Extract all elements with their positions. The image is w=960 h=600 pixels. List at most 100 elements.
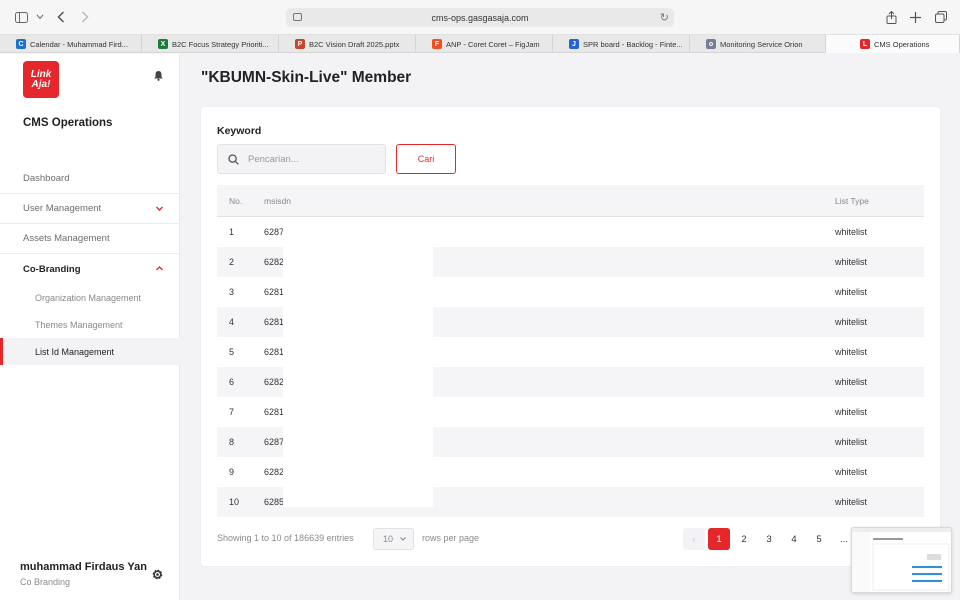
cell-no: 2 <box>229 257 235 267</box>
search-icon <box>228 154 239 165</box>
tab-label: Calendar - Muhammad Fird... <box>30 39 128 49</box>
pagination: ‹ 1 2 3 4 5 ... <box>683 528 855 550</box>
cell-msisdn: 6281 <box>264 407 285 417</box>
cell-msisdn: 6282 <box>264 377 285 387</box>
gear-icon[interactable] <box>151 568 164 581</box>
site-settings-icon[interactable] <box>293 13 302 21</box>
back-icon[interactable] <box>53 9 69 25</box>
sidebar-subitem-label: List Id Management <box>35 346 115 357</box>
chevron-down-icon[interactable] <box>155 204 164 213</box>
cell-msisdn: 6282 <box>264 257 285 267</box>
url-text: cms-ops.gasgasaja.com <box>431 12 529 23</box>
sidebar-item-dashboard[interactable]: Dashboard <box>0 164 180 194</box>
user-role: Co Branding <box>20 577 71 587</box>
tab-label: CMS Operations <box>874 39 930 49</box>
page-button-2[interactable]: 2 <box>733 528 755 550</box>
cell-no: 8 <box>229 437 235 447</box>
search-box[interactable] <box>217 144 386 174</box>
tab-favicon-icon: C <box>16 39 26 49</box>
tab-favicon-icon: X <box>158 39 168 49</box>
sidebar-item-co-branding[interactable]: Co-Branding <box>0 254 180 284</box>
cell-msisdn: 6287 <box>264 437 285 447</box>
cell-msisdn: 6287 <box>264 227 285 237</box>
browser-tab[interactable]: X B2C Focus Strategy Prioriti... <box>142 35 279 53</box>
browser-tab[interactable]: C Calendar - Muhammad Fird... <box>0 35 142 53</box>
cell-msisdn: 6282 <box>264 467 285 477</box>
logo-text-line1: Link <box>30 68 52 80</box>
tab-label: B2C Focus Strategy Prioriti... <box>172 39 269 49</box>
sidebar-item-assets-management[interactable]: Assets Management <box>0 224 180 254</box>
cell-msisdn: 6281 <box>264 347 285 357</box>
rows-per-page-label: rows per page <box>422 533 480 543</box>
chevron-up-icon[interactable] <box>155 264 164 273</box>
browser-tab[interactable]: J SPR board - Backlog - Finte... <box>553 35 690 53</box>
browser-tab[interactable]: L CMS Operations <box>826 35 960 53</box>
cell-list-type: whitelist <box>835 497 868 507</box>
page-title: "KBUMN-Skin-Live" Member <box>201 69 412 86</box>
reload-icon[interactable]: ↻ <box>660 11 669 24</box>
page-button-5[interactable]: 5 <box>808 528 830 550</box>
cell-no: 9 <box>229 467 235 477</box>
user-name: muhammad Firdaus Yan <box>20 561 147 573</box>
sidebar-subitem-list-id-management[interactable]: List Id Management <box>0 338 180 365</box>
tab-favicon-icon: o <box>706 39 716 49</box>
tab-overview-icon[interactable] <box>933 9 949 25</box>
cell-no: 3 <box>229 287 235 297</box>
cell-list-type: whitelist <box>835 467 868 477</box>
page-button-1[interactable]: 1 <box>708 528 730 550</box>
forward-icon[interactable] <box>77 9 93 25</box>
cell-list-type: whitelist <box>835 317 868 327</box>
sidebar-toggle-icon[interactable] <box>13 9 29 25</box>
redaction-mask <box>283 246 433 267</box>
sidebar-item-label: User Management <box>23 203 102 214</box>
redaction-mask <box>283 366 433 387</box>
share-icon[interactable] <box>883 9 899 25</box>
cell-no: 1 <box>229 227 235 237</box>
address-bar[interactable]: cms-ops.gasgasaja.com ↻ <box>286 8 674 27</box>
cell-no: 4 <box>229 317 235 327</box>
cell-list-type: whitelist <box>835 377 868 387</box>
sidebar-subitem-themes-management[interactable]: Themes Management <box>0 311 180 338</box>
chevron-down-icon <box>400 537 406 541</box>
keyword-label: Keyword <box>217 125 262 137</box>
cell-msisdn: 6285 <box>264 497 285 507</box>
column-header-no: No. <box>229 195 243 206</box>
screenshot-thumbnail[interactable] <box>851 527 952 593</box>
sidebar-item-label: Assets Management <box>23 233 110 244</box>
browser-toolbar: cms-ops.gasgasaja.com ↻ <box>0 0 960 35</box>
sidebar-item-label: Co-Branding <box>23 263 81 275</box>
cell-list-type: whitelist <box>835 437 868 447</box>
sidebar: Link Aja! CMS Operations Dashboard User … <box>0 54 180 600</box>
tab-favicon-icon: F <box>432 39 442 49</box>
column-header-list-type: List Type <box>835 195 869 206</box>
browser-tab[interactable]: F ANP - Coret Coret – FigJam <box>416 35 553 53</box>
sidebar-subitem-label: Organization Management <box>35 292 142 303</box>
new-tab-icon[interactable] <box>907 9 923 25</box>
tab-label: B2C Vision Draft 2025.pptx <box>309 39 400 49</box>
sidebar-item-user-management[interactable]: User Management <box>0 194 180 224</box>
browser-tab[interactable]: o Monitoring Service Orion <box>690 35 826 53</box>
tab-favicon-icon: J <box>569 39 579 49</box>
search-button[interactable]: Cari <box>396 144 456 174</box>
cell-list-type: whitelist <box>835 347 868 357</box>
prev-page-button[interactable]: ‹ <box>683 528 705 550</box>
linkaja-logo[interactable]: Link Aja! <box>23 61 59 98</box>
app-name: CMS Operations <box>23 117 113 129</box>
cell-list-type: whitelist <box>835 257 868 267</box>
redaction-mask <box>283 306 433 327</box>
tab-favicon-icon: P <box>295 39 305 49</box>
redaction-mask <box>283 486 433 507</box>
page-button-4[interactable]: 4 <box>783 528 805 550</box>
cell-list-type: whitelist <box>835 227 868 237</box>
search-input[interactable] <box>248 150 378 168</box>
column-header-msisdn: msisdn <box>264 195 291 206</box>
rows-per-page-select[interactable]: 10 <box>373 528 414 550</box>
sidebar-subitem-organization-management[interactable]: Organization Management <box>0 284 180 311</box>
chevron-down-icon[interactable] <box>32 9 48 25</box>
bell-icon[interactable] <box>153 70 164 81</box>
cell-no: 5 <box>229 347 235 357</box>
page-button-3[interactable]: 3 <box>758 528 780 550</box>
sidebar-item-label: Dashboard <box>23 173 70 184</box>
browser-tab[interactable]: P B2C Vision Draft 2025.pptx <box>279 35 416 53</box>
cell-list-type: whitelist <box>835 407 868 417</box>
